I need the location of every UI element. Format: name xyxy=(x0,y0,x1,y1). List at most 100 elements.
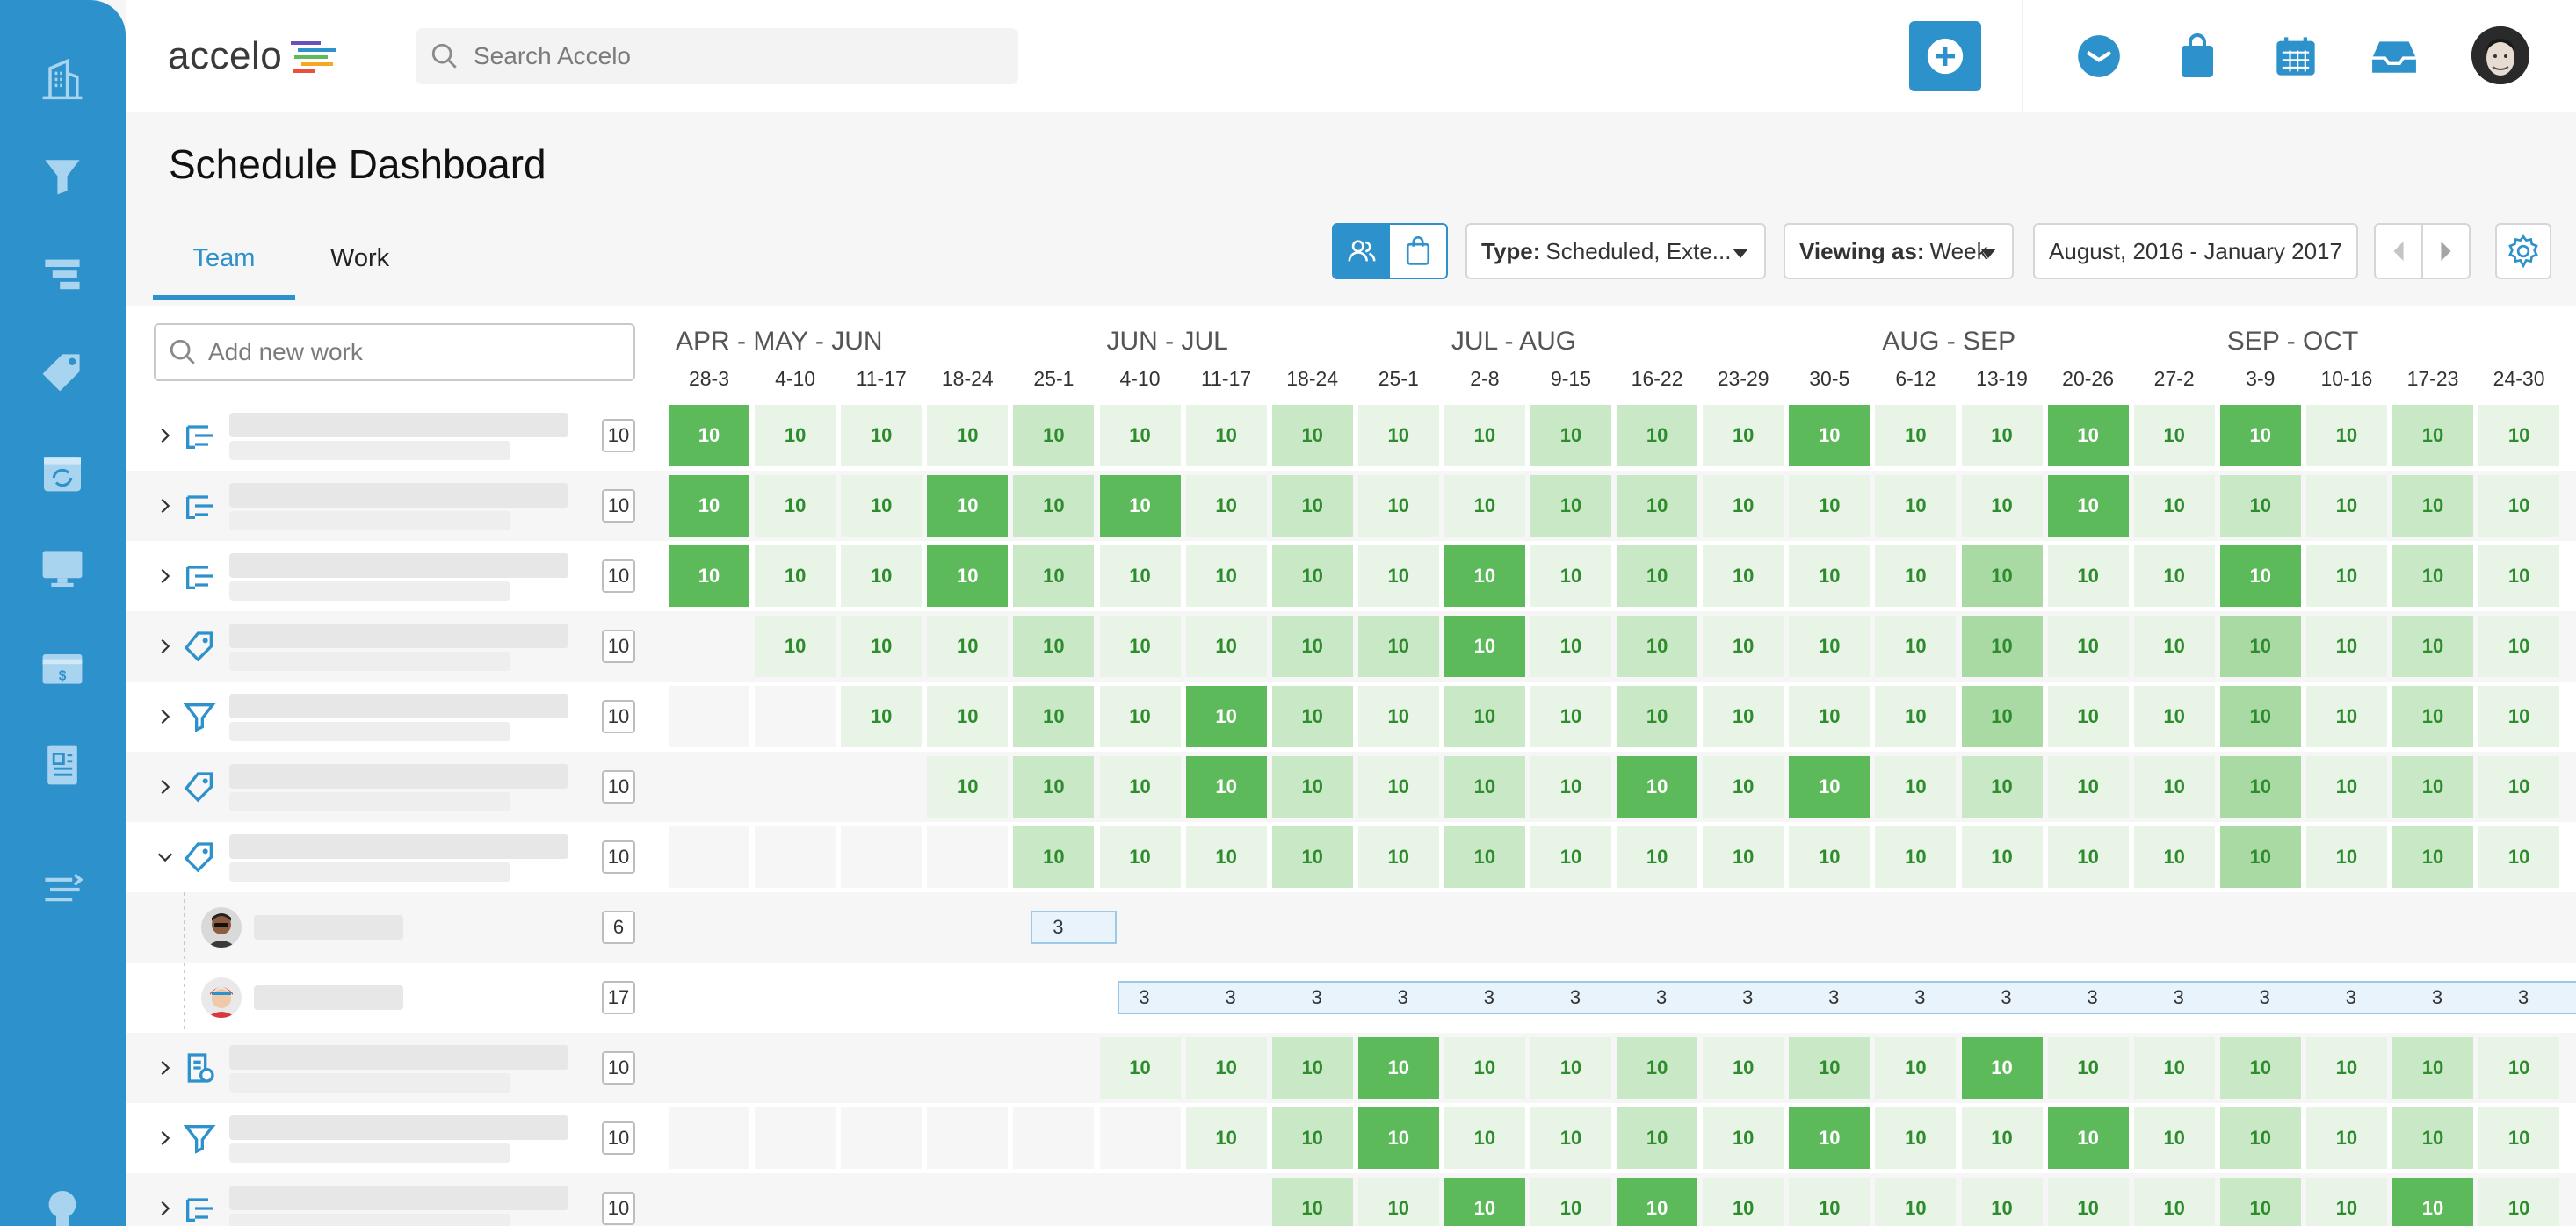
allocation-cell[interactable]: 10 xyxy=(2133,826,2215,888)
allocation-cell[interactable]: 10 xyxy=(1703,405,1784,466)
allocation-cell[interactable]: 10 xyxy=(2047,826,2129,888)
allocation-cell[interactable]: 10 xyxy=(1444,756,1525,818)
allocation-cell[interactable]: 10 xyxy=(2219,756,2301,818)
allocation-cell[interactable]: 10 xyxy=(1444,475,1525,537)
tray-button[interactable] xyxy=(2368,30,2420,83)
allocation-cell[interactable]: 10 xyxy=(1530,826,1611,888)
allocation-cell[interactable]: 10 xyxy=(2219,1178,2301,1226)
allocation-cell[interactable]: 10 xyxy=(1357,756,1439,818)
allocation-cell[interactable]: 10 xyxy=(1703,826,1784,888)
allocation-cell[interactable]: 10 xyxy=(1357,616,1439,677)
allocation-cell[interactable]: 10 xyxy=(2478,1107,2560,1169)
allocation-cell[interactable]: 10 xyxy=(841,545,923,607)
allocation-cell[interactable]: 10 xyxy=(1530,475,1611,537)
allocation-cell[interactable]: 10 xyxy=(841,405,923,466)
allocation-cell[interactable]: 10 xyxy=(1530,405,1611,466)
allocation-cell[interactable]: 10 xyxy=(1530,1107,1611,1169)
allocation-cell[interactable]: 10 xyxy=(2392,1107,2473,1169)
allocation-cell[interactable]: 10 xyxy=(1357,475,1439,537)
allocation-cell[interactable]: 10 xyxy=(2133,1037,2215,1099)
allocation-cell[interactable]: 10 xyxy=(1185,475,1267,537)
allocation-cell[interactable]: 10 xyxy=(2392,616,2473,677)
allocation-cell[interactable]: 10 xyxy=(1961,545,2043,607)
sidebar-item-projects[interactable] xyxy=(35,246,90,300)
allocation-cell[interactable]: 10 xyxy=(2219,1107,2301,1169)
work-bag-button[interactable] xyxy=(2171,30,2224,83)
settings-button[interactable] xyxy=(2495,223,2551,279)
booking-bar[interactable]: 3 xyxy=(1031,911,1118,944)
allocation-cell[interactable]: 10 xyxy=(2478,405,2560,466)
allocation-cell[interactable]: 10 xyxy=(1530,756,1611,818)
sidebar-item-companies[interactable] xyxy=(35,51,90,105)
allocation-cell[interactable]: 10 xyxy=(1789,545,1870,607)
allocation-cell[interactable]: 10 xyxy=(2305,545,2387,607)
allocation-cell[interactable]: 10 xyxy=(1357,1107,1439,1169)
people-view-button[interactable] xyxy=(1334,225,1390,278)
allocation-cell[interactable]: 10 xyxy=(1617,475,1698,537)
allocation-cell[interactable]: 10 xyxy=(1961,1037,2043,1099)
search-bar[interactable] xyxy=(416,28,1018,84)
accelo-logo[interactable]: accelo xyxy=(168,32,345,81)
allocation-cell[interactable]: 10 xyxy=(2047,686,2129,747)
allocation-cell[interactable]: 10 xyxy=(2219,475,2301,537)
allocation-cell[interactable]: 10 xyxy=(1617,616,1698,677)
allocation-cell[interactable]: 10 xyxy=(1444,545,1525,607)
allocation-cell[interactable]: 10 xyxy=(1357,545,1439,607)
allocation-cell[interactable]: 10 xyxy=(2305,756,2387,818)
allocation-cell[interactable]: 10 xyxy=(927,405,1009,466)
allocation-cell[interactable]: 10 xyxy=(1357,686,1439,747)
allocation-cell[interactable]: 10 xyxy=(927,545,1009,607)
allocation-cell[interactable]: 10 xyxy=(2392,405,2473,466)
allocation-cell[interactable]: 10 xyxy=(1099,405,1181,466)
allocation-cell[interactable]: 10 xyxy=(1271,545,1353,607)
allocation-cell[interactable]: 10 xyxy=(927,475,1009,537)
allocation-cell[interactable]: 10 xyxy=(1013,475,1095,537)
allocation-cell[interactable]: 10 xyxy=(1875,616,1957,677)
allocation-cell[interactable]: 10 xyxy=(1617,1037,1698,1099)
allocation-cell[interactable]: 10 xyxy=(2047,1037,2129,1099)
allocation-cell[interactable]: 10 xyxy=(1789,1178,1870,1226)
allocation-cell[interactable]: 10 xyxy=(2133,756,2215,818)
allocation-cell[interactable]: 10 xyxy=(1271,756,1353,818)
allocation-cell[interactable]: 10 xyxy=(1185,1107,1267,1169)
allocation-cell[interactable]: 10 xyxy=(1013,756,1095,818)
allocation-cell[interactable]: 10 xyxy=(1875,826,1957,888)
prev-period-button[interactable] xyxy=(2374,223,2423,279)
sidebar-item-reports[interactable] xyxy=(35,738,90,792)
allocation-cell[interactable]: 10 xyxy=(1013,686,1095,747)
allocation-cell[interactable]: 10 xyxy=(1789,405,1870,466)
sidebar-item-billing[interactable]: $ xyxy=(35,639,90,694)
allocation-cell[interactable]: 10 xyxy=(1444,1037,1525,1099)
allocation-cell[interactable]: 10 xyxy=(2305,1037,2387,1099)
allocation-cell[interactable]: 10 xyxy=(2478,475,2560,537)
allocation-cell[interactable]: 10 xyxy=(1013,405,1095,466)
work-row[interactable]: 10 xyxy=(126,682,663,752)
allocation-cell[interactable]: 10 xyxy=(1444,616,1525,677)
allocation-cell[interactable]: 10 xyxy=(1357,826,1439,888)
allocation-cell[interactable]: 10 xyxy=(1099,826,1181,888)
allocation-cell[interactable]: 10 xyxy=(1099,686,1181,747)
allocation-cell[interactable]: 10 xyxy=(2047,475,2129,537)
allocation-cell[interactable]: 10 xyxy=(841,616,923,677)
allocation-cell[interactable]: 10 xyxy=(1530,1037,1611,1099)
allocation-cell[interactable]: 10 xyxy=(841,475,923,537)
allocation-cell[interactable]: 10 xyxy=(1444,405,1525,466)
add-work-input[interactable] xyxy=(208,338,612,366)
allocation-cell[interactable]: 10 xyxy=(1617,826,1698,888)
allocation-cell[interactable]: 10 xyxy=(1875,405,1957,466)
user-avatar[interactable] xyxy=(2471,26,2529,84)
allocation-cell[interactable]: 10 xyxy=(2478,1037,2560,1099)
allocation-cell[interactable]: 10 xyxy=(2133,1178,2215,1226)
allocation-cell[interactable]: 10 xyxy=(2133,616,2215,677)
allocation-cell[interactable]: 10 xyxy=(1703,1178,1784,1226)
allocation-cell[interactable]: 10 xyxy=(1099,475,1181,537)
allocation-cell[interactable]: 10 xyxy=(669,475,749,537)
allocation-cell[interactable]: 10 xyxy=(755,475,836,537)
sidebar-item-dashboard[interactable] xyxy=(35,541,90,595)
allocation-cell[interactable]: 10 xyxy=(1530,686,1611,747)
allocation-cell[interactable]: 10 xyxy=(1703,1107,1784,1169)
allocation-cell[interactable]: 10 xyxy=(1961,826,2043,888)
allocation-cell[interactable]: 10 xyxy=(1961,405,2043,466)
allocation-cell[interactable]: 10 xyxy=(927,756,1009,818)
allocation-cell[interactable]: 10 xyxy=(1961,686,2043,747)
